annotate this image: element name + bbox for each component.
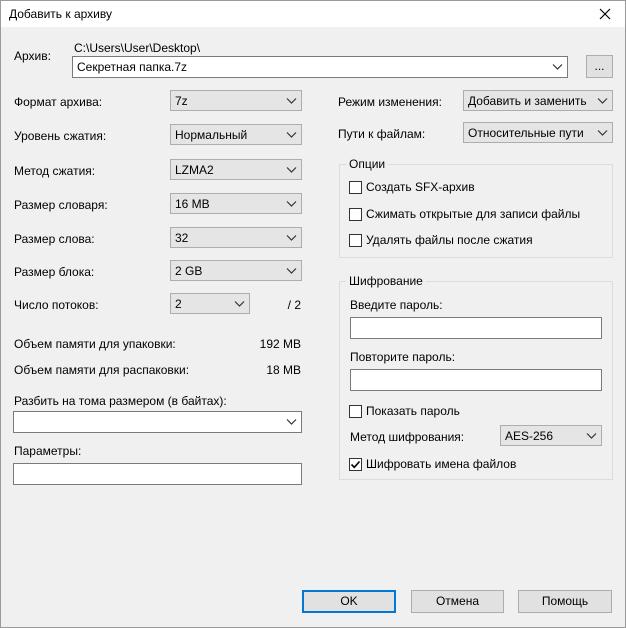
chevron-down-icon [597,98,608,104]
chevron-down-icon [286,167,297,173]
checkbox-box [349,207,362,221]
chevron-down-icon [286,132,297,138]
password-label: Введите пароль: [350,298,443,312]
path-mode-label: Пути к файлам: [338,127,426,141]
chevron-down-icon [286,201,297,207]
checkbox-box [349,180,362,194]
chevron-down-icon [286,419,297,425]
method-value: LZMA2 [175,163,214,177]
encryption-method-value: AES-256 [505,429,554,443]
close-button[interactable] [585,1,625,27]
threads-value: 2 [175,297,182,311]
archive-name-combo[interactable]: Секретная папка.7z [72,56,568,78]
encryption-group: Шифрование Введите пароль: Повторите пар… [339,274,613,480]
encryption-method-select[interactable]: AES-256 [500,425,602,446]
path-mode-select[interactable]: Относительные пути [463,122,613,143]
level-select[interactable]: Нормальный [170,124,302,145]
block-value: 2 GB [175,264,203,278]
mem-pack-value: 192 MB [259,337,301,351]
word-value: 32 [175,231,189,245]
show-password-checkbox[interactable]: Показать пароль [349,404,460,418]
checkmark-icon [350,460,361,468]
format-value: 7z [175,94,188,108]
window-title: Добавить к архиву [9,7,112,21]
archive-label: Архив: [14,49,51,63]
format-select[interactable]: 7z [170,90,302,111]
mem-unpack-value: 18 MB [266,363,301,377]
dict-label: Размер словаря: [14,198,108,212]
encryption-title: Шифрование [346,274,426,288]
chevron-down-icon [286,98,297,104]
ok-button[interactable]: OK [302,590,396,613]
level-label: Уровень сжатия: [14,129,107,143]
delete-after-label: Удалять файлы после сжатия [366,233,533,247]
mem-pack-label: Объем памяти для упаковки: [14,337,176,351]
browse-button[interactable]: ... [586,55,613,78]
encrypt-names-checkbox[interactable]: Шифровать имена файлов [349,457,516,471]
compress-open-files-label: Сжимать открытые для записи файлы [366,207,581,221]
delete-after-checkbox[interactable]: Удалять файлы после сжатия [349,233,533,247]
block-label: Размер блока: [14,265,95,279]
checkbox-box [349,233,362,247]
threads-select[interactable]: 2 [170,293,250,314]
sfx-checkbox[interactable]: Создать SFX-архив [349,180,475,194]
options-group: Опции Создать SFX-архив Сжимать открытые… [339,157,613,258]
repeat-password-input[interactable] [350,369,602,391]
chevron-down-icon [286,235,297,241]
checkbox-box [349,404,362,418]
dict-value: 16 MB [175,197,210,211]
repeat-password-label: Повторите пароль: [350,350,456,364]
block-select[interactable]: 2 GB [170,260,302,281]
method-label: Метод сжатия: [14,164,96,178]
level-value: Нормальный [175,128,248,142]
dict-select[interactable]: 16 MB [170,193,302,214]
chevron-down-icon [286,268,297,274]
show-password-label: Показать пароль [366,404,460,418]
update-mode-value: Добавить и заменить [468,94,587,108]
chevron-down-icon [597,130,608,136]
title-bar: Добавить к архиву [1,1,625,27]
threads-max: / 2 [287,298,301,312]
split-combo[interactable] [13,411,302,433]
password-input[interactable] [350,317,602,339]
options-title: Опции [346,157,389,171]
cancel-button[interactable]: Отмена [411,590,504,613]
params-label: Параметры: [14,444,82,458]
checkbox-box [349,457,362,471]
threads-label: Число потоков: [14,298,99,312]
word-select[interactable]: 32 [170,227,302,248]
compress-open-files-checkbox[interactable]: Сжимать открытые для записи файлы [349,207,580,221]
update-mode-label: Режим изменения: [338,95,442,109]
archive-name-value: Секретная папка.7z [77,60,188,74]
params-input[interactable] [13,463,302,485]
archive-path: C:\Users\User\Desktop\ [74,41,201,55]
word-label: Размер слова: [14,232,95,246]
sfx-label: Создать SFX-архив [366,180,475,194]
split-label: Разбить на тома размером (в байтах): [14,394,227,408]
encryption-method-label: Метод шифрования: [350,430,465,444]
help-button[interactable]: Помощь [518,590,612,613]
close-icon [599,8,611,20]
format-label: Формат архива: [14,95,103,109]
mem-unpack-label: Объем памяти для распаковки: [14,363,190,377]
path-mode-value: Относительные пути [468,126,584,140]
method-select[interactable]: LZMA2 [170,159,302,180]
chevron-down-icon [586,433,597,439]
encrypt-names-label: Шифровать имена файлов [366,457,517,471]
chevron-down-icon [552,64,563,70]
update-mode-select[interactable]: Добавить и заменить [463,90,613,111]
chevron-down-icon [234,301,245,307]
add-to-archive-dialog: Добавить к архиву Архив: C:\Users\User\D… [0,0,626,628]
